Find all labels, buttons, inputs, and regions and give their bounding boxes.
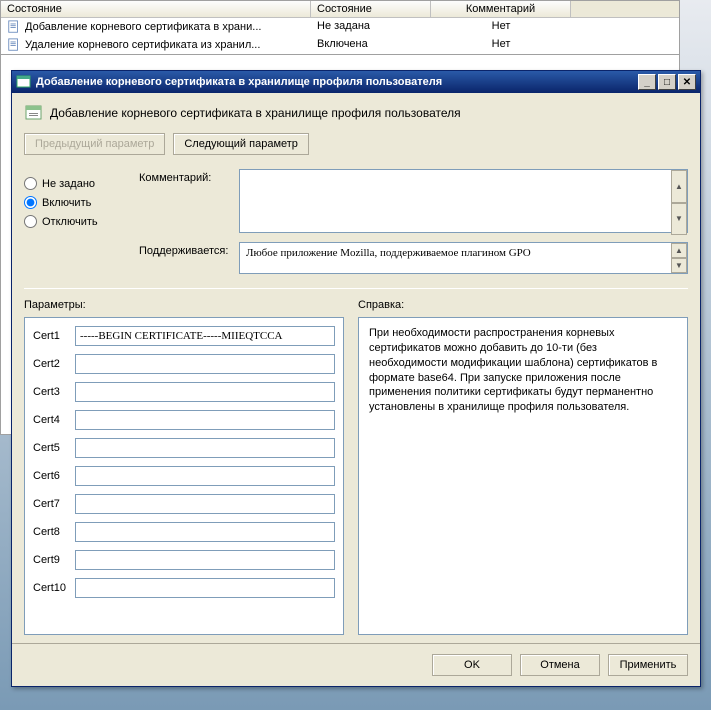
- page-icon: [7, 38, 21, 52]
- scroll-up-icon[interactable]: ▲: [671, 243, 687, 258]
- radio-disable[interactable]: Отключить: [24, 215, 129, 228]
- cert-row: Cert6: [33, 466, 335, 486]
- cert-input-2[interactable]: [75, 354, 335, 374]
- cert-input-9[interactable]: [75, 550, 335, 570]
- radio-not-set[interactable]: Не задано: [24, 177, 129, 190]
- row-state: Включена: [311, 37, 431, 53]
- cert-label: Cert5: [33, 442, 75, 454]
- cert-label: Cert8: [33, 526, 75, 538]
- radio-enable-input[interactable]: [24, 196, 37, 209]
- next-setting-button[interactable]: Следующий параметр: [173, 133, 309, 155]
- scroll-up-icon[interactable]: ▲: [671, 170, 687, 203]
- supported-value: Любое приложение Mozilla, поддерживаемое…: [239, 242, 688, 274]
- header-col-comment[interactable]: Комментарий: [431, 1, 571, 17]
- help-label: Справка:: [358, 299, 688, 311]
- page-icon: [7, 20, 21, 34]
- cert-input-3[interactable]: [75, 382, 335, 402]
- list-row[interactable]: Добавление корневого сертификата в храни…: [1, 18, 679, 36]
- row-comment: Нет: [431, 37, 571, 53]
- dialog-title: Добавление корневого сертификата в храни…: [36, 76, 636, 88]
- cancel-button[interactable]: Отмена: [520, 654, 600, 676]
- cert-input-8[interactable]: [75, 522, 335, 542]
- comment-label: Комментарий:: [139, 169, 239, 236]
- close-button[interactable]: ✕: [678, 74, 696, 90]
- titlebar[interactable]: Добавление корневого сертификата в храни…: [12, 71, 700, 93]
- list-row[interactable]: Удаление корневого сертификата из хранил…: [1, 36, 679, 54]
- dialog-icon: [16, 74, 32, 90]
- minimize-button[interactable]: _: [638, 74, 656, 90]
- cert-row: Cert7: [33, 494, 335, 514]
- cert-row: Cert9: [33, 550, 335, 570]
- cert-row: Cert4: [33, 410, 335, 430]
- radio-enable[interactable]: Включить: [24, 196, 129, 209]
- apply-button[interactable]: Применить: [608, 654, 688, 676]
- policy-dialog: Добавление корневого сертификата в храни…: [11, 70, 701, 687]
- scroll-down-icon[interactable]: ▼: [671, 203, 687, 236]
- cert-input-5[interactable]: [75, 438, 335, 458]
- header-col-state1[interactable]: Состояние: [1, 1, 311, 17]
- row-name: Удаление корневого сертификата из хранил…: [25, 39, 260, 51]
- scroll-down-icon[interactable]: ▼: [671, 258, 687, 273]
- prev-setting-button: Предыдущий параметр: [24, 133, 165, 155]
- params-box: Cert1 Cert2 Cert3 Cert4 Cert5 Cert6 Cert7 Cert8…: [24, 317, 344, 635]
- dialog-footer: OK Отмена Применить: [12, 643, 700, 686]
- params-label: Параметры:: [24, 299, 344, 311]
- cert-row: Cert10: [33, 578, 335, 598]
- radio-disable-input[interactable]: [24, 215, 37, 228]
- cert-row: Cert2: [33, 354, 335, 374]
- header-col-state2[interactable]: Состояние: [311, 1, 431, 17]
- maximize-button[interactable]: □: [658, 74, 676, 90]
- cert-input-7[interactable]: [75, 494, 335, 514]
- cert-row: Cert3: [33, 382, 335, 402]
- cert-input-1[interactable]: [75, 326, 335, 346]
- ok-button[interactable]: OK: [432, 654, 512, 676]
- row-comment: Нет: [431, 19, 571, 35]
- list-header: Состояние Состояние Комментарий: [1, 1, 679, 18]
- cert-label: Cert4: [33, 414, 75, 426]
- cert-input-10[interactable]: [75, 578, 335, 598]
- cert-label: Cert1: [33, 330, 75, 342]
- cert-label: Cert9: [33, 554, 75, 566]
- comment-textarea[interactable]: [239, 169, 688, 233]
- supported-label: Поддерживается:: [139, 242, 239, 274]
- cert-label: Cert3: [33, 386, 75, 398]
- cert-input-4[interactable]: [75, 410, 335, 430]
- policy-list: Состояние Состояние Комментарий Добавлен…: [0, 0, 680, 55]
- cert-input-6[interactable]: [75, 466, 335, 486]
- radio-not-set-input[interactable]: [24, 177, 37, 190]
- cert-row: Cert1: [33, 326, 335, 346]
- cert-label: Cert6: [33, 470, 75, 482]
- cert-label: Cert2: [33, 358, 75, 370]
- divider: [24, 288, 688, 289]
- cert-label: Cert10: [33, 582, 75, 594]
- cert-row: Cert5: [33, 438, 335, 458]
- cert-row: Cert8: [33, 522, 335, 542]
- cert-label: Cert7: [33, 498, 75, 510]
- help-text: При необходимости распространения корнев…: [358, 317, 688, 635]
- state-radios: Не задано Включить Отключить: [24, 169, 129, 280]
- row-name: Добавление корневого сертификата в храни…: [25, 21, 261, 33]
- dialog-heading: Добавление корневого сертификата в храни…: [50, 106, 461, 120]
- policy-icon: [24, 103, 44, 123]
- row-state: Не задана: [311, 19, 431, 35]
